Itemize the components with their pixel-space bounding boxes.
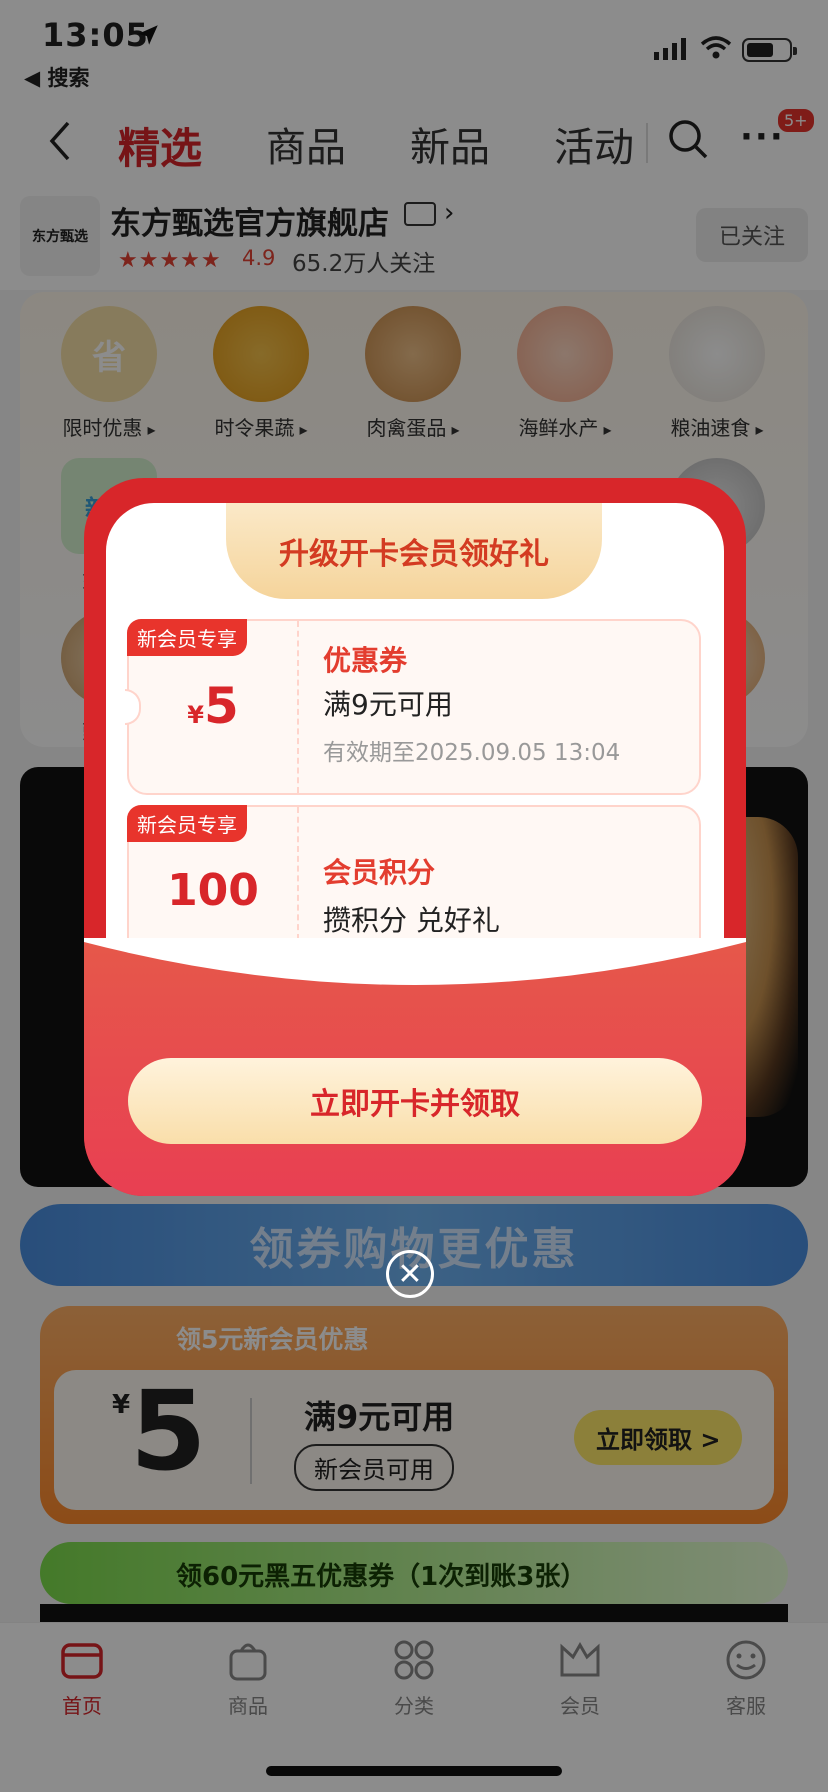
points-desc: 攒积分 兑好礼 — [323, 904, 500, 937]
coupon-title: 优惠券 — [323, 644, 408, 677]
coupon-value: ¥5 — [187, 677, 239, 735]
coupon-divider — [297, 621, 299, 793]
coupon-validity: 有效期至2025.09.05 13:04 — [323, 740, 621, 766]
points-title: 会员积分 — [323, 856, 436, 889]
new-member-tag: 新会员专享 — [127, 805, 247, 842]
coupon-desc: 满9元可用 — [323, 688, 453, 721]
new-member-tag: 新会员专享 — [127, 619, 247, 656]
modal-title: 升级开卡会员领好礼 — [226, 503, 602, 599]
points-value: 100 — [167, 865, 259, 916]
modal-curve — [84, 938, 746, 985]
close-icon[interactable]: ✕ — [386, 1250, 434, 1298]
open-card-claim-button[interactable]: 立即开卡并领取 — [128, 1058, 702, 1144]
coupon-card: 新会员专享 ¥5 优惠券 满9元可用 有效期至2025.09.05 13:04 — [125, 619, 701, 795]
